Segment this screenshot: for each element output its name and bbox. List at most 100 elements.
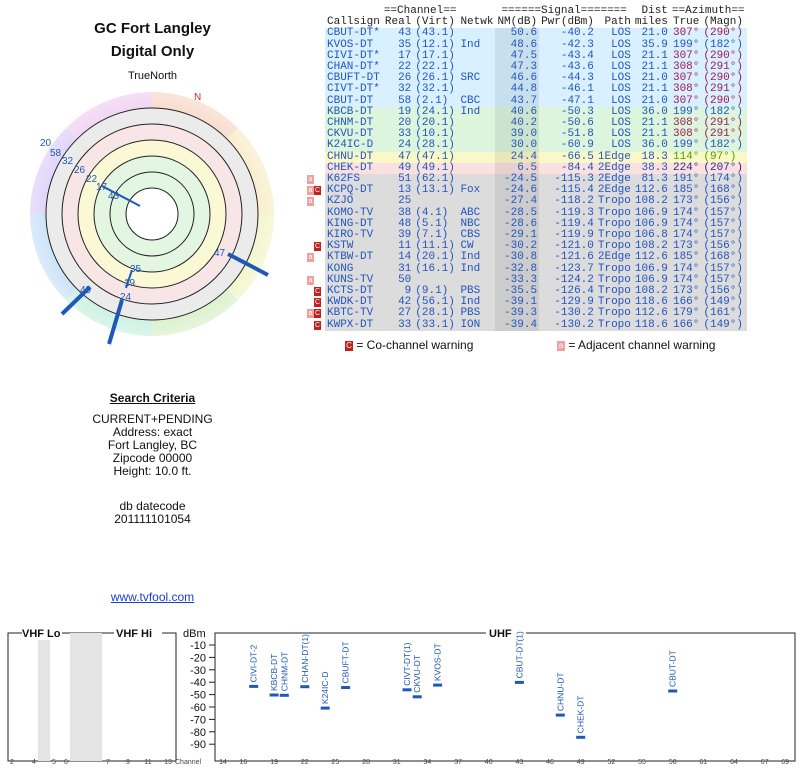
cell-network: Ind <box>460 262 481 275</box>
cell-network <box>458 118 495 129</box>
cell-azimuth-magn: (156°) <box>703 195 743 208</box>
cell-azimuth-true: 308° <box>672 83 700 96</box>
cell-path: LOS <box>611 27 631 40</box>
polar-plot: N 20 58 32 26 22 17 43 47 35 19 49 24 <box>30 92 274 345</box>
co-channel-text: = Co-channel warning <box>353 338 474 352</box>
dbm-tick-label: -70 <box>190 714 206 726</box>
cell-callsign: KBTC-TV <box>327 307 374 320</box>
cell-power: -40.2 <box>560 27 594 40</box>
adjacent-warning-icon: a <box>307 197 314 207</box>
dbm-tick-label: -60 <box>190 702 206 714</box>
vhf-channel-tick: 13 <box>164 759 172 766</box>
cell-network: PBS <box>460 307 481 320</box>
co-channel-warning-icon: C <box>314 242 321 252</box>
cell-network <box>458 196 495 207</box>
signal-bar <box>412 695 422 699</box>
polar-label: 24 <box>120 292 132 303</box>
station-row: KWPX-DT 33 (33.1) ION -39.4 -130.2 Tropo 118.6 1… <box>325 318 747 331</box>
cell-azimuth-magn: (290°) <box>703 27 743 40</box>
polar-label: 17 <box>96 182 108 193</box>
signal-bar-label: KVOS-DT <box>433 643 443 681</box>
cell-path: Tropo <box>597 318 631 331</box>
cell-virt <box>413 196 458 207</box>
signal-bar <box>320 706 330 710</box>
cell-network <box>458 129 495 140</box>
cell-virt: (32.1) <box>415 83 455 96</box>
uhf-channel-tick: 52 <box>608 759 616 766</box>
vhf-channel-tick: 11 <box>144 759 151 766</box>
signal-bar-label: CHEK-DT <box>576 696 586 734</box>
signal-bar-label: CHNU-DT <box>555 672 565 711</box>
cell-network: Fox <box>460 184 481 197</box>
cell-virt: (28.1) <box>415 139 455 152</box>
signal-bar <box>279 693 289 697</box>
cell-azimuth-true: 179° <box>672 307 700 320</box>
location-title: GC Fort Langley <box>94 20 211 37</box>
cell-power: -60.9 <box>560 139 594 152</box>
cell-path: LOS <box>611 83 631 96</box>
co-channel-warning-icon: C <box>314 186 321 196</box>
cell-callsign: K24IC-D <box>327 139 374 152</box>
cell-distance: 108.2 <box>634 195 668 208</box>
cell-network <box>458 163 495 174</box>
cell-callsign: KTBW-DT <box>327 251 374 264</box>
co-channel-warning-icon: C <box>314 287 321 297</box>
cell-power: -130.2 <box>554 318 594 331</box>
cell-noise-margin: 44.8 <box>495 84 540 96</box>
cell-path: Tropo <box>597 195 631 208</box>
cell-distance: 118.6 <box>634 318 668 331</box>
adjacent-channel-text: = Adjacent channel warning <box>565 338 716 352</box>
signal-bar-label: CBUT-DT <box>668 650 678 687</box>
adjacent-warning-icon: a <box>307 275 314 285</box>
dbm-tick-label: -50 <box>190 690 206 702</box>
uhf-channel-tick: 64 <box>730 759 738 766</box>
vhf-channel-tick: 9 <box>126 759 130 766</box>
co-channel-warning-icon: C <box>314 298 321 308</box>
signal-bar <box>341 686 351 689</box>
signal-bar-label: K24IC-D <box>320 672 330 705</box>
dbm-tick-label: -40 <box>190 677 206 689</box>
signal-bar <box>668 689 678 693</box>
cell-network <box>458 84 495 95</box>
station-row: KTBW-DT 14 (20.1) Ind -30.8 -121.6 2Edge 112.6 1… <box>325 251 747 264</box>
signal-bar-label: CKVU-DT <box>412 655 422 693</box>
cell-distance: 112.6 <box>634 251 668 264</box>
signal-bar <box>269 693 279 697</box>
uhf-channel-tick: 14 <box>219 759 227 766</box>
vhf-hi-label: VHF Hi <box>116 628 152 640</box>
cell-distance: 21.0 <box>641 27 668 40</box>
cell-callsign: CIVT-DT* <box>327 83 380 96</box>
uhf-channel-tick: 67 <box>761 759 769 766</box>
uhf-channel-tick: 34 <box>424 759 432 766</box>
station-table: ==Channel== ======Signal======= Dist ==A… <box>325 5 747 331</box>
cell-real: 14 <box>398 251 412 264</box>
signal-bar <box>300 685 310 689</box>
search-criteria-title: Search Criteria <box>109 391 196 405</box>
tvfool-link[interactable]: www.tvfool.com <box>111 590 194 604</box>
cell-path: Tropo <box>597 307 631 320</box>
cell-path: 2Edge <box>597 251 631 264</box>
polar-label: 58 <box>50 148 62 159</box>
dbm-tick-label: -30 <box>190 665 206 677</box>
cell-distance: 36.0 <box>641 139 668 152</box>
cell-virt: (43.1) <box>415 27 455 40</box>
cell-network: Ind <box>460 38 481 51</box>
cell-callsign: CBUT-DT* <box>327 27 380 40</box>
signal-bar <box>433 683 443 687</box>
adjacent-warning-icon: a <box>307 309 314 319</box>
cell-distance: 21.1 <box>641 83 668 96</box>
cell-azimuth-true: 173° <box>672 195 700 208</box>
uhf-channel-tick: 46 <box>546 759 554 766</box>
signal-bar-label: CHAN-DT(1) <box>300 634 310 683</box>
signal-bar-label: KBCB-DT <box>269 654 279 691</box>
cell-azimuth-true: 199° <box>672 139 700 152</box>
station-row: CIVT-DT* 32 (32.1) 44.8 -46.1 LOS 21.1 308° (291… <box>325 83 747 96</box>
db-datecode-value: 201111101054 <box>114 512 191 526</box>
signal-bar <box>514 680 524 684</box>
criteria-line: Height: 10.0 ft. <box>113 464 192 478</box>
adjacent-channel-icon: a <box>557 340 565 351</box>
polar-label: 35 <box>130 264 142 275</box>
dbm-label: dBm <box>183 628 206 640</box>
adjacent-warning-icon: a <box>307 253 314 263</box>
cell-real: 33 <box>398 318 412 331</box>
